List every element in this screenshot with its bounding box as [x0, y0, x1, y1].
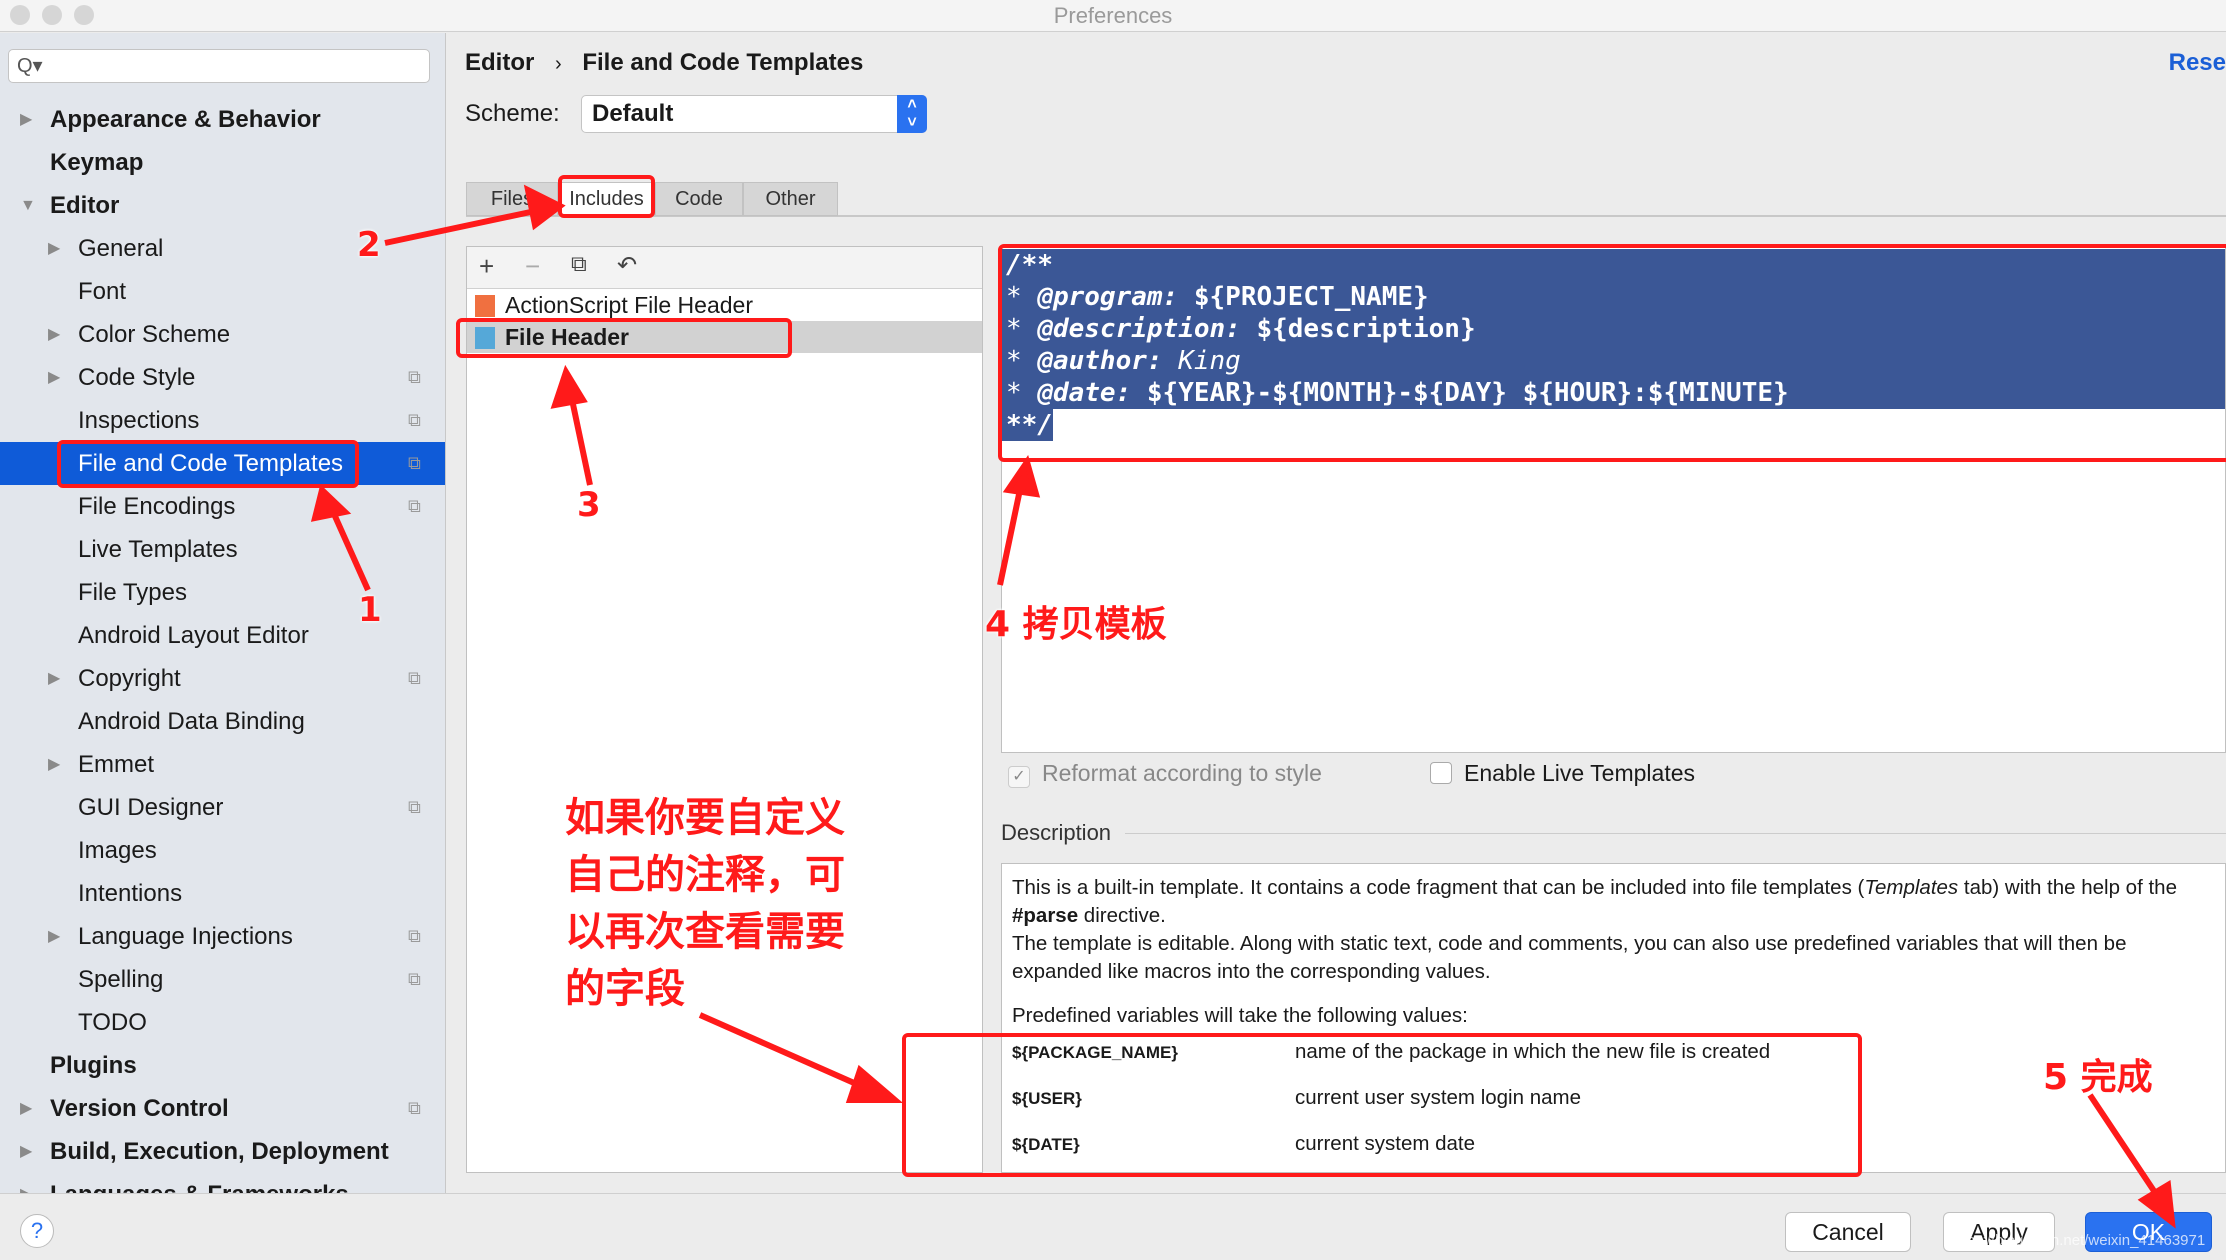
annotation-3: 3	[577, 485, 601, 525]
annotation-note: 如果你要自定义自己的注释，可以再次查看需要的字段	[565, 795, 845, 1012]
arrow-2-head	[523, 184, 566, 231]
annotation-2: 2	[357, 225, 381, 265]
arrow-4-head	[1002, 454, 1041, 498]
arrow-5	[2087, 1093, 2163, 1202]
arrow-5-head	[2137, 1180, 2176, 1229]
annotation-1: 1	[358, 590, 382, 630]
arrow-4	[997, 479, 1025, 586]
arrow-1-head	[310, 484, 352, 522]
arrow-2	[384, 207, 541, 246]
annotation-4: 4 拷贝模板	[985, 604, 1167, 645]
arrow-note-head	[845, 1064, 904, 1103]
arrow-1	[327, 503, 371, 592]
annotation-5: 5 完成	[2043, 1057, 2153, 1098]
arrow-3-head	[550, 364, 588, 409]
arrow-note	[698, 1012, 872, 1093]
